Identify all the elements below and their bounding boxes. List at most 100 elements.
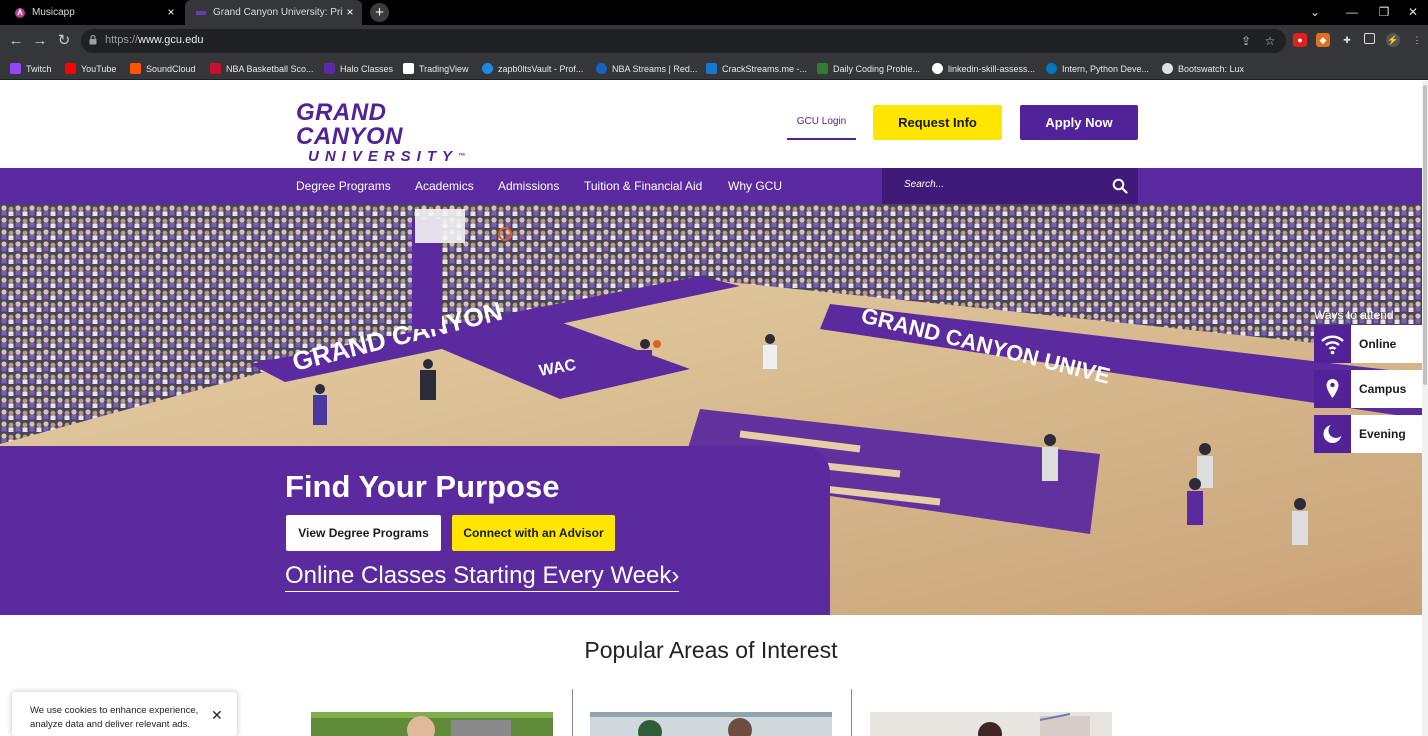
restore-icon[interactable]: ❐ xyxy=(1368,0,1400,25)
tab-title: Musicapp xyxy=(32,7,75,18)
main-nav: Degree Programs Academics Admissions Tui… xyxy=(0,168,1422,204)
forward-icon[interactable]: → xyxy=(31,32,49,50)
wifi-icon xyxy=(1314,325,1351,363)
nba-icon xyxy=(210,63,221,74)
ways-campus-label: Campus xyxy=(1359,382,1407,396)
lock-icon xyxy=(89,35,97,45)
menu-kebab-icon[interactable]: ⋮ xyxy=(1410,33,1424,47)
tradingview-icon xyxy=(403,63,414,74)
hero-banner: GRAND CANYON GRAND CANYON UNIVE WAC Find… xyxy=(0,204,1422,615)
bookmark-zapboltsvault[interactable]: zapb0ltsVault - Prof... xyxy=(482,61,583,76)
bookmark-linkedin-skill[interactable]: linkedin-skill-assess... xyxy=(932,61,1035,76)
ways-evening[interactable]: Evening xyxy=(1314,415,1422,453)
bookmark-halo-classes[interactable]: Halo Classes xyxy=(324,61,393,76)
bookmark-label: TradingView xyxy=(419,63,469,74)
side-panel-icon[interactable] xyxy=(1364,33,1375,44)
gcu-login-link[interactable]: GCU Login xyxy=(787,105,856,140)
bookmark-label: NBA Basketball Sco... xyxy=(226,63,314,74)
request-info-button[interactable]: Request Info xyxy=(873,105,1002,140)
new-tab-button[interactable]: + xyxy=(370,3,389,22)
metamask-extension-icon[interactable]: ◆ xyxy=(1316,33,1330,47)
minimize-icon[interactable]: — xyxy=(1336,0,1368,25)
bookmark-daily-coding[interactable]: Daily Coding Proble... xyxy=(817,61,920,76)
map-pin-icon xyxy=(1314,370,1351,408)
bookmark-bootswatch[interactable]: Bootswatch: Lux xyxy=(1162,61,1244,76)
interest-card-image-3[interactable] xyxy=(870,712,1112,736)
moon-icon xyxy=(1314,415,1351,453)
browser-toolbar: ← → ↻ https://www.gcu.edu ⇪ ☆ ● ◆ ✚ ⚡ ⋮ xyxy=(0,25,1428,57)
bookmark-label: Bootswatch: Lux xyxy=(1178,63,1245,74)
bookmark-twitch[interactable]: Twitch xyxy=(10,61,52,76)
job-site-icon xyxy=(1046,63,1057,74)
ways-evening-label: Evening xyxy=(1359,427,1406,441)
bookmarks-bar: Twitch YouTube SoundCloud NBA Basketball… xyxy=(0,57,1428,80)
online-classes-link-text: Online Classes Starting Every Week xyxy=(285,562,672,589)
gcu-page: GRAND CANYON UNIVERSITY™ GCU Login Reque… xyxy=(0,81,1428,736)
close-tab-icon[interactable]: × xyxy=(344,6,356,18)
search-input[interactable]: Search... xyxy=(882,168,1138,204)
close-window-icon[interactable]: ✕ xyxy=(1397,0,1428,25)
gcu-logo[interactable]: GRAND CANYON UNIVERSITY™ xyxy=(296,101,478,165)
youtube-icon xyxy=(65,63,76,74)
interest-card-image-1[interactable] xyxy=(311,712,553,736)
bookmark-label: NBA Streams | Red... xyxy=(612,63,698,74)
nav-why-gcu[interactable]: Why GCU xyxy=(728,168,782,204)
crackstreams-icon xyxy=(706,63,717,74)
nav-degree-programs[interactable]: Degree Programs xyxy=(296,168,391,204)
url-text: https://www.gcu.edu xyxy=(105,34,203,46)
browser-tab-musicapp[interactable]: Musicapp × xyxy=(0,0,183,25)
url-scheme: https:// xyxy=(105,34,139,46)
gcu-favicon-icon xyxy=(196,10,206,15)
bookmark-label: Daily Coding Proble... xyxy=(833,63,921,74)
browser-tab-gcu[interactable]: Grand Canyon University: Private Christi… xyxy=(185,0,362,25)
adblock-extension-icon[interactable]: ● xyxy=(1293,33,1307,47)
cookie-text: We use cookies to enhance experience, an… xyxy=(30,705,199,730)
address-bar[interactable]: https://www.gcu.edu ⇪ ☆ xyxy=(81,29,1286,53)
page-scrollbar[interactable] xyxy=(1422,81,1428,736)
bookmark-star-icon[interactable]: ☆ xyxy=(1263,34,1277,48)
nav-academics[interactable]: Academics xyxy=(415,168,474,204)
ways-campus[interactable]: Campus xyxy=(1314,370,1422,408)
bootswatch-icon xyxy=(1162,63,1173,74)
browser-tabstrip: Musicapp × Grand Canyon University: Priv… xyxy=(0,0,1428,25)
apply-now-button[interactable]: Apply Now xyxy=(1020,105,1138,140)
interest-card-image-2[interactable] xyxy=(590,712,832,736)
card-divider xyxy=(851,689,852,736)
vault-icon xyxy=(482,63,493,74)
nav-admissions[interactable]: Admissions xyxy=(498,168,559,204)
share-icon[interactable]: ⇪ xyxy=(1239,34,1253,48)
online-classes-link[interactable]: Online Classes Starting Every Week› xyxy=(285,562,680,592)
daily-coding-icon xyxy=(817,63,828,74)
search-icon[interactable] xyxy=(1112,178,1128,194)
logo-tm: ™ xyxy=(458,153,466,160)
ways-to-attend-label: Ways to attend xyxy=(1314,308,1394,322)
scrollbar-thumb[interactable] xyxy=(1423,85,1427,385)
bookmark-nba-streams[interactable]: NBA Streams | Red... xyxy=(596,61,697,76)
view-degree-programs-button[interactable]: View Degree Programs xyxy=(286,515,441,551)
bookmark-tradingview[interactable]: TradingView xyxy=(403,61,469,76)
ways-online-label: Online xyxy=(1359,337,1397,351)
ways-online[interactable]: Online xyxy=(1314,325,1422,363)
reload-icon[interactable]: ↻ xyxy=(55,32,73,50)
profile-avatar-icon[interactable]: ⚡ xyxy=(1386,33,1400,47)
nav-tuition-financial-aid[interactable]: Tuition & Financial Aid xyxy=(584,168,702,204)
reddit-icon xyxy=(596,63,607,74)
tab-search-icon[interactable]: ⌄ xyxy=(1299,0,1331,25)
back-icon[interactable]: ← xyxy=(7,32,25,50)
logo-line1: GRAND CANYON xyxy=(296,99,404,150)
bookmark-label: zapb0ltsVault - Prof... xyxy=(498,63,584,74)
close-tab-icon[interactable]: × xyxy=(165,6,177,18)
bookmark-label: Twitch xyxy=(26,63,52,74)
hero-title: Find Your Purpose xyxy=(285,469,560,504)
connect-advisor-button[interactable]: Connect with an Advisor xyxy=(452,515,615,551)
bookmark-nba-scores[interactable]: NBA Basketball Sco... xyxy=(210,61,314,76)
bookmark-crackstreams[interactable]: CrackStreams.me -... xyxy=(706,61,807,76)
chevron-right-icon: › xyxy=(671,562,680,589)
close-icon[interactable]: ✕ xyxy=(211,707,223,724)
bookmark-label: Intern, Python Deve... xyxy=(1062,63,1150,74)
bookmark-soundcloud[interactable]: SoundCloud xyxy=(130,61,196,76)
bookmark-intern-python[interactable]: Intern, Python Deve... xyxy=(1046,61,1149,76)
extensions-puzzle-icon[interactable]: ✚ xyxy=(1340,33,1354,47)
github-icon xyxy=(932,63,943,74)
bookmark-youtube[interactable]: YouTube xyxy=(65,61,116,76)
